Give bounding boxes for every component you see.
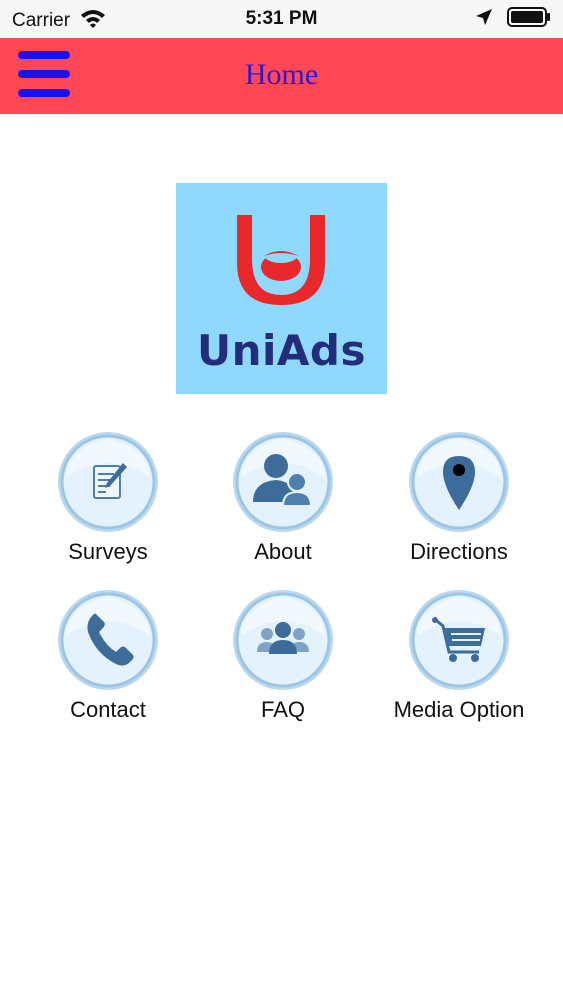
contact-label: Contact bbox=[70, 697, 146, 722]
cart-icon bbox=[407, 588, 511, 692]
battery-icon bbox=[507, 7, 551, 32]
faq-label: FAQ bbox=[260, 697, 305, 722]
group-icon bbox=[231, 588, 335, 692]
map-pin-icon bbox=[407, 430, 511, 534]
surveys-label: Surveys bbox=[68, 539, 148, 564]
status-bar: Carrier 5:31 PM bbox=[0, 0, 563, 38]
page-title: Home bbox=[244, 58, 319, 91]
people-icon bbox=[231, 430, 335, 534]
menu-button[interactable] bbox=[14, 48, 74, 100]
status-right bbox=[475, 7, 551, 32]
location-arrow-icon bbox=[475, 8, 493, 31]
phone-icon bbox=[56, 588, 160, 692]
survey-icon bbox=[56, 430, 160, 534]
directions-label: Directions bbox=[410, 539, 508, 564]
logo-text: UniAds bbox=[197, 326, 366, 375]
nav-bar: Home bbox=[0, 38, 563, 114]
about-label: About bbox=[254, 539, 312, 564]
uniads-logo: UniAds bbox=[176, 183, 387, 394]
media-option-label: Media Option bbox=[393, 697, 525, 722]
